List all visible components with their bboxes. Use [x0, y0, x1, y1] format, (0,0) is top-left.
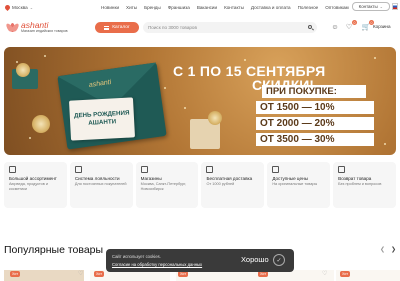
feature-title: Возврат товара — [338, 176, 372, 181]
main-header: ashanti Магазин индийских товаров Катало… — [0, 14, 400, 40]
feature-description: На оригинальные товары — [272, 182, 318, 187]
search-input[interactable]: Поиск по 3000 товаров — [143, 22, 317, 33]
nav-item-delivery[interactable]: Доставка и оплата — [251, 5, 291, 10]
feature-card[interactable]: Система лояльности Для постоянных покупа… — [69, 162, 133, 208]
user-icon[interactable]: ☺ — [330, 22, 340, 32]
chevron-down-icon: ⌄ — [379, 4, 383, 9]
feature-title: Бесплатная доставка — [206, 176, 253, 181]
nav-item-new[interactable]: Новинки — [101, 5, 119, 10]
feature-title: Большой ассортимент — [9, 176, 57, 181]
discount-tier-2: ОТ 2000 — 20% — [256, 117, 374, 130]
hit-badge: Хит — [94, 271, 105, 277]
lotus-logo-icon — [4, 21, 20, 33]
search-placeholder: Поиск по 3000 товаров — [148, 25, 197, 30]
discount-tier-1: ОТ 1500 — 10% — [256, 101, 374, 114]
russian-flag-icon[interactable] — [392, 3, 398, 10]
catalog-label: Каталог — [112, 25, 130, 30]
city-label: Москва — [12, 4, 28, 10]
favorites-count-badge: 0 — [352, 20, 357, 25]
bow-image — [32, 115, 50, 133]
gift-icon — [9, 166, 16, 173]
nav-item-hits[interactable]: Хиты — [126, 5, 137, 10]
chevron-down-icon: ⌄ — [29, 4, 34, 10]
search-icon[interactable] — [308, 25, 312, 29]
feature-description: Без проблем и вопросов — [338, 182, 382, 187]
favorites-button[interactable]: ♡ 0 — [344, 20, 357, 32]
feature-description: От 1000 рублей — [206, 182, 235, 187]
tiers-heading: ПРИ ПОКУПКЕ: — [262, 85, 366, 98]
check-icon[interactable]: ✓ — [273, 254, 285, 266]
location-pin-icon — [3, 3, 12, 11]
contacts-dropdown-button[interactable]: Контакты ⌄ — [351, 2, 390, 11]
nav-item-franchise[interactable]: Франшиза — [168, 5, 190, 10]
nav-item-brands[interactable]: Бренды — [144, 5, 161, 10]
store-icon — [140, 166, 148, 173]
hit-badge: Хит — [340, 271, 351, 277]
nav-item-wholesale[interactable]: Оптовикам — [325, 5, 349, 10]
cookie-notice: Сайт использует cookies. Согласие на обр… — [106, 249, 294, 272]
heart-icon[interactable]: ♡ — [322, 270, 327, 277]
city-selector[interactable]: Москва ⌄ — [3, 3, 34, 11]
bow-image — [16, 63, 30, 77]
cart-button[interactable]: 🛒 0 — [361, 20, 374, 32]
features-row: Большой ассортимент Аюрведа, продуктов и… — [4, 162, 396, 208]
top-bar: Москва ⌄ Новинки Хиты Бренды Франшиза Ва… — [0, 0, 400, 14]
feature-description: Москва, Санкт-Петербург, Новосибирск — [140, 182, 187, 191]
contacts-label: Контакты — [358, 4, 378, 9]
privacy-consent-link[interactable]: Согласие на обработку персональных данны… — [112, 262, 202, 267]
birthday-card: ДЕНЬ РОЖДЕНИЯ АШАНТИ — [68, 97, 136, 141]
bow-image — [208, 111, 222, 125]
cart-label[interactable]: Корзина — [373, 24, 391, 29]
feature-description: Аюрведа, продуктов и косметики — [9, 182, 48, 191]
nav-item-useful[interactable]: Полезное — [298, 5, 319, 10]
return-icon — [338, 166, 346, 173]
hit-badge: Хит — [10, 271, 21, 277]
feature-card[interactable]: Большой ассортимент Аюрведа, продуктов и… — [4, 162, 67, 208]
promo-banner[interactable]: ashanti ДЕНЬ РОЖДЕНИЯ АШАНТИ С 1 ПО 15 С… — [4, 47, 396, 155]
feature-card[interactable]: Доступные цены На оригинальные товары — [267, 162, 331, 208]
section-title: Популярные товары — [4, 244, 104, 256]
truck-icon — [206, 166, 214, 173]
feature-description: Для постоянных покупателей — [74, 182, 127, 187]
catalog-button[interactable]: Каталог — [95, 22, 139, 33]
heart-icon: ♡ — [345, 24, 353, 31]
logo[interactable]: ashanti Магазин индийских товаров — [4, 20, 68, 33]
price-tag-icon — [272, 166, 280, 173]
chevron-right-icon[interactable]: ❯ — [391, 246, 397, 253]
feature-card[interactable]: Магазины Москва, Санкт-Петербург, Новоси… — [135, 162, 199, 208]
feature-title: Система лояльности — [74, 176, 120, 181]
feature-card[interactable]: Возврат товара Без проблем и вопросов — [333, 162, 396, 208]
heart-icon[interactable]: ♡ — [78, 270, 83, 277]
cookie-accept-button[interactable]: Хорошо — [241, 255, 269, 264]
percent-icon — [74, 166, 82, 173]
feature-title: Доступные цены — [272, 176, 308, 181]
menu-icon — [104, 25, 110, 30]
logo-name: ashanti — [21, 20, 49, 30]
feature-title: Магазины — [140, 176, 162, 181]
nav-item-contacts[interactable]: Контакты — [224, 5, 244, 10]
card-line-2: АШАНТИ — [88, 118, 117, 127]
logo-tagline: Магазин индийских товаров — [21, 29, 68, 33]
feature-card[interactable]: Бесплатная доставка От 1000 рублей — [201, 162, 265, 208]
discount-tier-3: ОТ 3500 — 30% — [256, 133, 374, 146]
cookie-text: Сайт использует cookies. — [112, 254, 161, 259]
chevron-left-icon[interactable]: ❮ — [380, 246, 386, 253]
nav-item-vacancies[interactable]: Вакансии — [197, 5, 217, 10]
top-nav: Новинки Хиты Бренды Франшиза Вакансии Ко… — [101, 5, 349, 10]
